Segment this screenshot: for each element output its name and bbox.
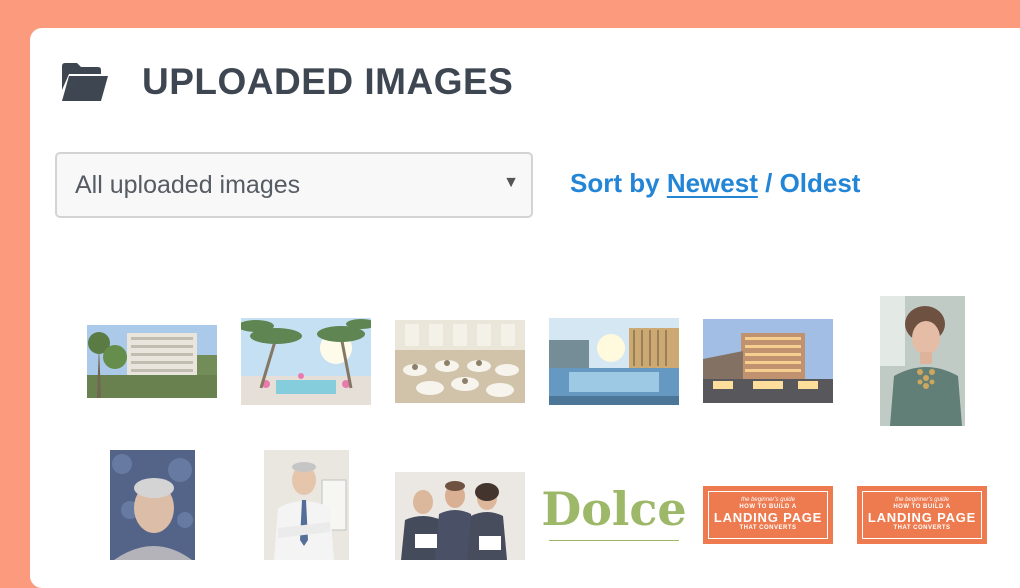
image-thumb-woman-portrait[interactable]	[880, 296, 965, 426]
book-cover-frame: the beginner's guide HOW TO BUILD A LAND…	[862, 491, 982, 539]
image-thumb-resort-pool[interactable]	[241, 318, 371, 405]
image-thumb-banquet-hall[interactable]	[395, 320, 525, 403]
image-thumb-businessman[interactable]	[264, 450, 349, 560]
page-title: UPLOADED IMAGES	[142, 61, 514, 102]
sort-label: Sort by	[570, 168, 660, 198]
chevron-down-icon: ▼	[503, 174, 519, 191]
book-cover-tag: the beginner's guide	[895, 497, 949, 504]
panel-header: UPLOADED IMAGES	[60, 60, 513, 104]
image-thumb-business-meeting[interactable]	[395, 472, 525, 560]
book-cover-tag: the beginner's guide	[741, 497, 795, 504]
image-thumb-glass-building-pool[interactable]	[549, 318, 679, 405]
image-filter-value: All uploaded images	[75, 170, 301, 199]
sort-oldest-link[interactable]: Oldest	[780, 168, 861, 198]
book-cover-frame: the beginner's guide HOW TO BUILD A LAND…	[708, 491, 828, 539]
image-thumb-dolce-logo[interactable]: Dolce	[541, 482, 687, 544]
sort-separator: /	[765, 168, 773, 198]
book-cover-line2: LANDING PAGE	[867, 510, 977, 526]
image-filter-select[interactable]: All uploaded images ▼	[55, 152, 533, 218]
folder-icon	[62, 63, 108, 101]
image-thumb-elderly-man[interactable]	[110, 450, 195, 560]
image-thumb-book-cover-1[interactable]: the beginner's guide HOW TO BUILD A LAND…	[703, 486, 833, 544]
dolce-logo-text: Dolce	[541, 481, 687, 536]
sort-newest-link[interactable]: Newest	[667, 168, 758, 198]
book-cover-line3: THAT CONVERTS	[893, 525, 951, 532]
dolce-logo-underline	[549, 539, 679, 541]
image-thumb-hotel-palms[interactable]	[87, 325, 217, 398]
image-thumb-book-cover-2[interactable]: the beginner's guide HOW TO BUILD A LAND…	[857, 486, 987, 544]
book-cover-line3: THAT CONVERTS	[739, 525, 797, 532]
image-thumb-hotel-dusk[interactable]	[703, 319, 833, 403]
book-cover-line2: LANDING PAGE	[713, 510, 823, 526]
sort-controls: Sort by Newest / Oldest	[570, 168, 860, 199]
